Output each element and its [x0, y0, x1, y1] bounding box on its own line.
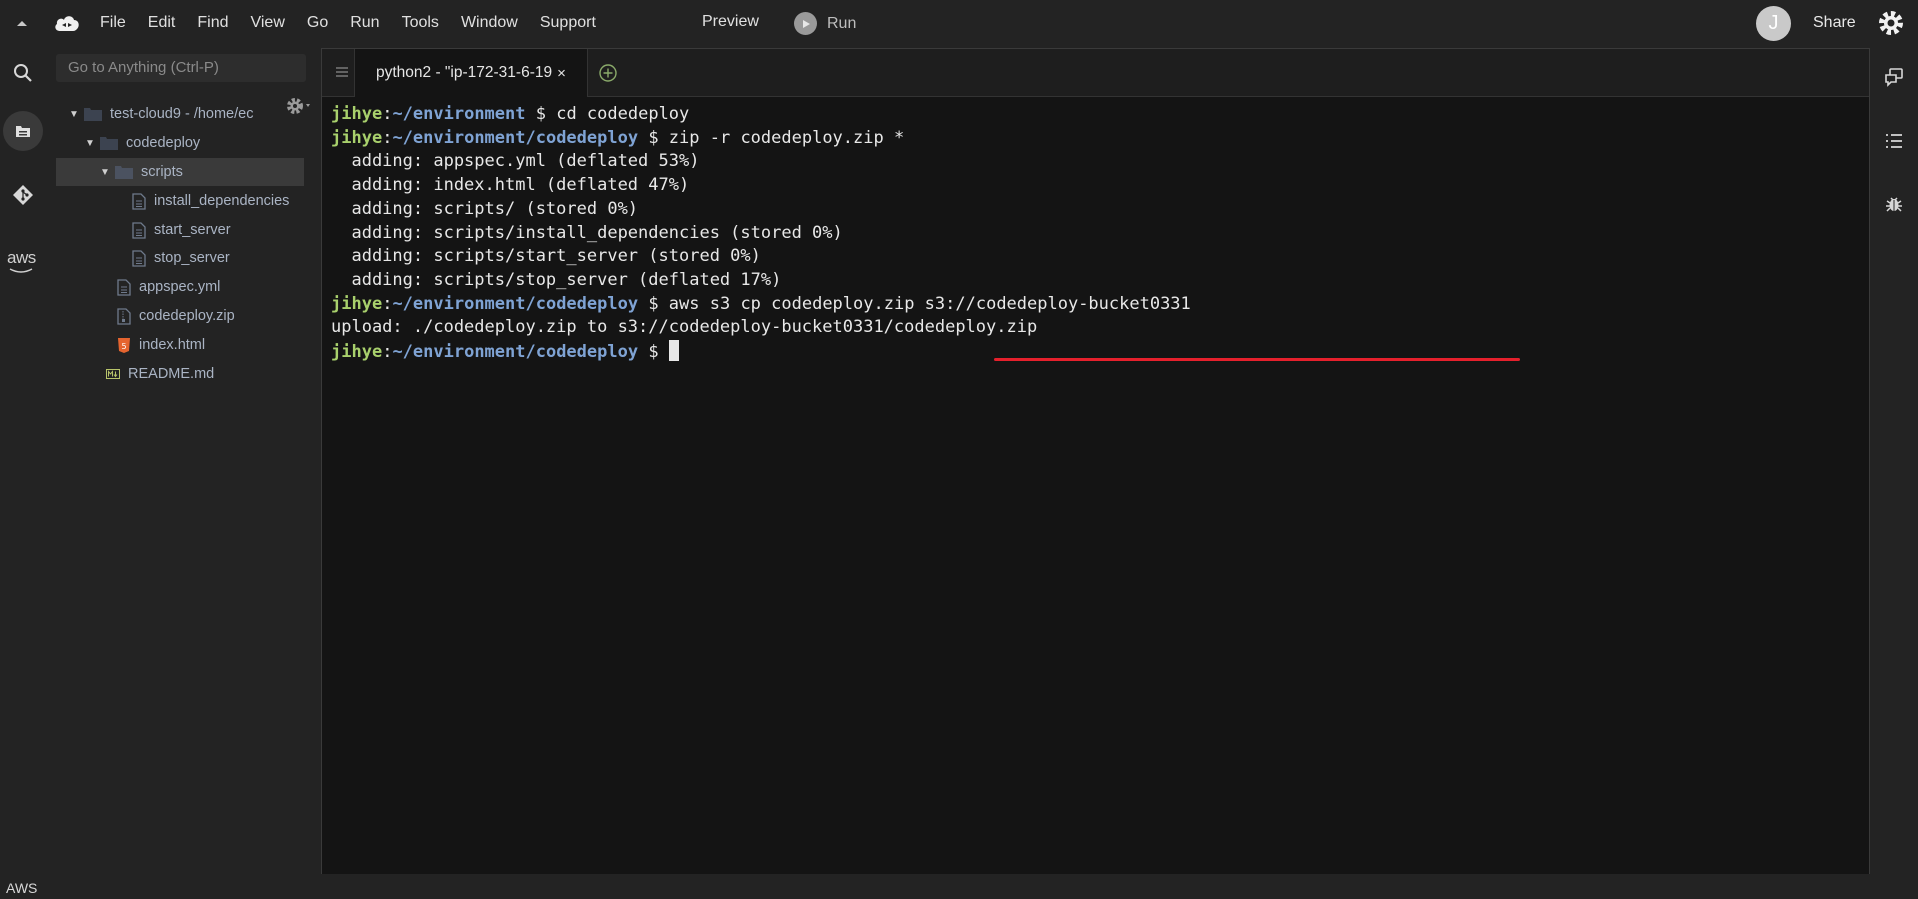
tree-label: appspec.yml [139, 279, 221, 295]
collapse-up-icon[interactable] [14, 16, 30, 30]
text-file-icon [132, 249, 146, 267]
zip-file-icon [117, 307, 131, 325]
play-icon [794, 12, 817, 35]
tree-label: start_server [154, 222, 231, 238]
share-button[interactable]: Share [1813, 14, 1856, 32]
text-file-icon [132, 221, 146, 239]
terminal-line: jihye:~/environment/codedeploy $ [331, 340, 1191, 365]
right-activity-bar [1870, 46, 1918, 880]
avatar[interactable]: J [1756, 6, 1791, 41]
text-file-icon [117, 278, 131, 296]
tree-label: codedeploy.zip [139, 308, 235, 324]
tree-file-start-server[interactable]: start_server [132, 216, 231, 244]
menu-support[interactable]: Support [540, 14, 596, 32]
run-label: Run [827, 14, 857, 32]
tree-folder-scripts[interactable]: ▼ scripts [56, 158, 304, 186]
collaborate-chat-icon[interactable] [1884, 67, 1904, 87]
folder-icon [84, 108, 102, 121]
text-file-icon [132, 192, 146, 210]
red-underline-annotation [994, 358, 1520, 361]
folder-icon [100, 137, 118, 150]
search-icon[interactable] [8, 58, 38, 88]
tree-label: test-cloud9 - /home/ec [110, 106, 254, 122]
terminal-line: adding: scripts/install_dependencies (st… [331, 222, 843, 243]
chevron-down-icon: ▼ [69, 108, 79, 120]
status-bar: AWS [0, 874, 1918, 899]
close-icon[interactable]: × [557, 65, 566, 82]
terminal-line: adding: scripts/stop_server (deflated 17… [331, 269, 782, 290]
terminal-line: adding: index.html (deflated 47%) [331, 175, 690, 196]
tab-bar: python2 - "ip-172-31-6-19 × [322, 49, 1869, 97]
markdown-file-icon [106, 369, 120, 379]
menu-go[interactable]: Go [307, 14, 328, 32]
highlighted-command: aws s3 cp codedeploy.zip s3://codedeploy… [668, 293, 1191, 314]
html5-file-icon: 5 [118, 337, 130, 353]
tree-label: codedeploy [126, 135, 201, 151]
terminal-output[interactable]: jihye:~/environment $ cd codedeploy jihye… [331, 103, 1191, 365]
terminal-line: adding: scripts/ (stored 0%) [331, 198, 639, 219]
menu-list: File Edit Find View Go Run Tools Window … [100, 0, 618, 46]
run-button[interactable]: Run [794, 12, 856, 35]
source-control-icon[interactable] [8, 180, 38, 210]
tree-file-zip[interactable]: codedeploy.zip [117, 302, 235, 330]
tree-label: install_dependencies [154, 193, 290, 209]
tree-label: stop_server [154, 250, 230, 266]
tree-file-install-dependencies[interactable]: install_dependencies [132, 187, 289, 215]
menu-run[interactable]: Run [350, 14, 379, 32]
tree-label: index.html [139, 337, 206, 353]
tree-file-readme[interactable]: README.md [106, 360, 214, 388]
add-tab-icon[interactable] [598, 63, 618, 83]
file-tree-sidebar: Go to Anything (Ctrl-P) ▼ test-cloud9 - … [46, 46, 312, 880]
tree-file-stop-server[interactable]: stop_server [132, 244, 230, 272]
menu-file[interactable]: File [100, 14, 126, 32]
terminal-line: jihye:~/environment/codedeploy $ zip -r … [331, 127, 905, 148]
terminal-line: jihye:~/environment/codedeploy $ aws s3 … [331, 293, 1191, 314]
menu-window[interactable]: Window [461, 14, 518, 32]
folder-icon [115, 166, 133, 179]
file-explorer-icon[interactable] [3, 111, 43, 151]
tree-file-appspec[interactable]: appspec.yml [117, 273, 220, 301]
chevron-down-icon: ▼ [85, 137, 95, 149]
menu-edit[interactable]: Edit [148, 14, 176, 32]
terminal-panel: python2 - "ip-172-31-6-19 × jihye:~/envi… [321, 48, 1870, 875]
menu-find[interactable]: Find [197, 14, 228, 32]
terminal-line: adding: scripts/start_server (stored 0%) [331, 246, 761, 267]
tree-label: README.md [128, 366, 215, 382]
tab-terminal[interactable]: python2 - "ip-172-31-6-19 × [354, 49, 588, 97]
go-to-anything-input[interactable]: Go to Anything (Ctrl-P) [56, 54, 306, 82]
cloud9-logo-icon[interactable] [52, 10, 82, 36]
terminal-line: upload: ./codedeploy.zip to s3://codedep… [331, 317, 1038, 338]
status-aws-label[interactable]: AWS [6, 880, 37, 896]
aws-toolkit-icon[interactable]: aws [7, 248, 36, 268]
menu-view[interactable]: View [250, 14, 284, 32]
preview-button[interactable]: Preview [702, 13, 759, 31]
debugger-bug-icon[interactable] [1884, 194, 1904, 214]
menu-tools[interactable]: Tools [402, 14, 439, 32]
tab-label: python2 - "ip-172-31-6-19 [376, 64, 553, 81]
gear-icon[interactable] [1876, 8, 1906, 38]
tree-label: scripts [141, 164, 183, 180]
tree-folder-root[interactable]: ▼ test-cloud9 - /home/ec [66, 100, 306, 128]
tree-folder-codedeploy[interactable]: ▼ codedeploy [82, 129, 306, 157]
terminal-cursor [668, 340, 679, 362]
menu-bar: File Edit Find View Go Run Tools Window … [0, 0, 1918, 46]
outline-list-icon[interactable] [1884, 131, 1904, 151]
chevron-down-icon: ▼ [100, 166, 110, 178]
terminal-line: jihye:~/environment $ cd codedeploy [331, 104, 690, 124]
aws-smile-icon [9, 268, 33, 273]
tree-file-index[interactable]: 5 index.html [117, 331, 205, 359]
terminal-line: adding: appspec.yml (deflated 53%) [331, 151, 700, 172]
svg-text:5: 5 [121, 342, 126, 351]
hamburger-menu-icon[interactable] [334, 65, 350, 79]
activity-bar: aws [0, 46, 46, 880]
